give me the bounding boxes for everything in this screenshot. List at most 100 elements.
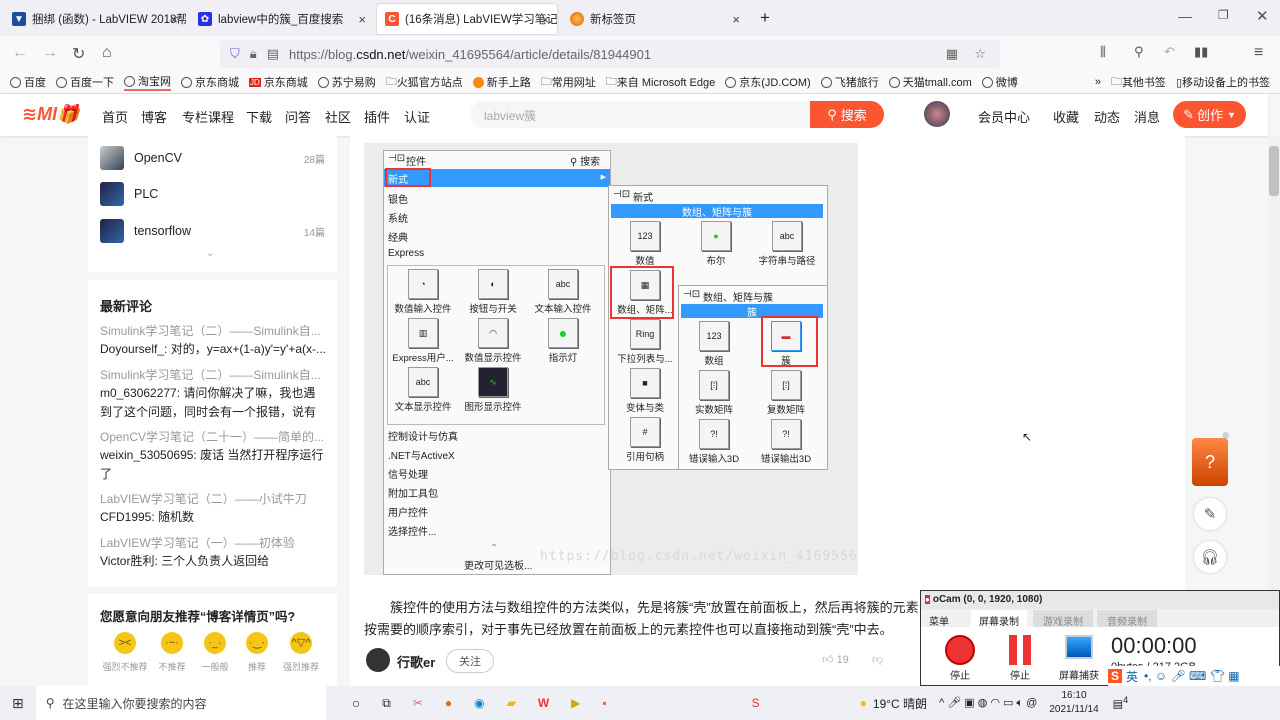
- other-bookmarks[interactable]: 🗀︎ 其他书签: [1111, 73, 1166, 92]
- ocam-tab-menu[interactable]: 菜单: [929, 613, 949, 628]
- survey-option-yes[interactable]: ·‿· 推荐: [232, 632, 282, 673]
- ime-language[interactable]: 英: [1126, 668, 1138, 685]
- weather-text[interactable]: 19°C 晴朗: [873, 695, 927, 712]
- bookmark-folder[interactable]: 🗀︎ 火狐官方站点: [386, 73, 463, 92]
- csdn-logo[interactable]: ≋MI🎁: [22, 104, 80, 125]
- media-player-icon[interactable]: ▶: [571, 696, 580, 710]
- follow-button[interactable]: 关注: [446, 649, 494, 673]
- ime-tools-icon[interactable]: •, ☺ 🎤︎ ⌨ 👕︎ ▦: [1144, 669, 1240, 683]
- search-input[interactable]: labview簇: [470, 101, 810, 128]
- restore-button[interactable]: ❐: [1218, 8, 1229, 22]
- extension-icon[interactable]: ⚲: [1134, 44, 1144, 60]
- task-view-icon[interactable]: ⧉: [382, 696, 391, 711]
- survey-option-strong-yes[interactable]: ^▽^ 强烈推荐: [276, 632, 326, 673]
- more-bookmarks-button[interactable]: »: [1095, 76, 1101, 88]
- bookmark-item[interactable]: 百度一下: [56, 74, 114, 90]
- nav-download[interactable]: 下载: [246, 107, 272, 126]
- bookmark-item[interactable]: 飞猪旅行: [820, 74, 879, 90]
- new-tab-button[interactable]: +: [760, 8, 770, 28]
- file-explorer-icon[interactable]: ▰: [507, 696, 516, 710]
- close-ad-icon[interactable]: ⊗: [1222, 430, 1230, 441]
- survey-option-strong-no[interactable]: >< 强烈不推荐: [100, 632, 150, 673]
- nav-vip[interactable]: 会员中心: [978, 107, 1030, 126]
- bookmark-folder[interactable]: 🗀︎ 来自 Microsoft Edge: [606, 73, 715, 92]
- edge-icon[interactable]: ◉: [474, 696, 484, 710]
- bookmark-item[interactable]: 苏宁易购: [317, 74, 376, 90]
- windows-start-icon[interactable]: ⊞: [12, 695, 24, 712]
- bookmark-item[interactable]: JD 京东商城: [249, 74, 308, 90]
- comment-article-link[interactable]: Simulink学习笔记（二）——Simulink自...: [100, 366, 325, 383]
- bookmark-item[interactable]: 新手上路: [472, 74, 531, 90]
- comment-article-link[interactable]: LabVIEW学习笔记（一）——初体验: [100, 534, 325, 551]
- undo-icon[interactable]: ↶: [1164, 44, 1175, 60]
- comment-article-link[interactable]: Simulink学习笔记（二）——Simulink自...: [100, 322, 325, 339]
- wps-icon[interactable]: W: [538, 696, 549, 710]
- like-button[interactable]: 👍︎ 19: [822, 653, 849, 666]
- avatar[interactable]: [924, 101, 950, 127]
- tray-sogou-icon[interactable]: S: [752, 696, 760, 710]
- nav-activity[interactable]: 动态: [1094, 107, 1120, 126]
- menu-icon[interactable]: ≡: [1254, 44, 1263, 62]
- nav-blog[interactable]: 博客: [141, 107, 167, 126]
- nav-qa[interactable]: 问答: [285, 107, 311, 126]
- column-item[interactable]: tensorflow 14篇: [100, 219, 325, 243]
- extension2-icon[interactable]: ▮▮: [1194, 44, 1208, 60]
- nav-cert[interactable]: 认证: [404, 107, 430, 126]
- bookmark-star-icon[interactable]: ☆: [974, 46, 986, 62]
- nav-favorites[interactable]: 收藏: [1053, 107, 1079, 126]
- feedback-icon[interactable]: ✎: [1194, 498, 1226, 530]
- nav-messages[interactable]: 消息: [1134, 107, 1160, 126]
- customer-service-icon[interactable]: 🎧︎: [1194, 541, 1226, 573]
- comment-article-link[interactable]: OpenCV学习笔记（二十一）——简单的...: [100, 428, 325, 445]
- close-tab-icon[interactable]: ×: [170, 12, 178, 27]
- search-button[interactable]: ⚲ 搜索: [810, 101, 884, 128]
- minimize-button[interactable]: —: [1178, 8, 1192, 24]
- cortana-icon[interactable]: ○: [352, 695, 360, 711]
- address-bar[interactable]: ⛉ 🔒︎ ▤ https://blog. csdn.net/weixin_4169…: [220, 40, 1000, 68]
- nav-plugin[interactable]: 插件: [364, 107, 390, 126]
- gift-box-ad-icon[interactable]: ?: [1192, 438, 1228, 486]
- monitor-capture-icon[interactable]: [1065, 635, 1093, 659]
- bookmark-item[interactable]: 京东商城: [181, 74, 239, 90]
- bookmark-folder[interactable]: 🗀︎ 常用网址: [541, 73, 596, 92]
- create-button[interactable]: ✎ 创作 ▼: [1173, 101, 1246, 128]
- scrollbar-thumb[interactable]: [1269, 146, 1279, 196]
- firefox-taskbar-icon[interactable]: ●: [445, 696, 452, 710]
- reload-button[interactable]: ↻: [72, 44, 85, 64]
- tab-baidu[interactable]: ✿ labview中的簇_百度搜索 ×: [190, 4, 374, 34]
- close-tab-icon[interactable]: ×: [358, 12, 366, 27]
- comment-article-link[interactable]: LabVIEW学习笔记（二）——小试牛刀: [100, 490, 325, 507]
- close-window-button[interactable]: ✕: [1256, 7, 1269, 25]
- sogou-icon[interactable]: S: [1108, 669, 1123, 683]
- snip-tool-icon[interactable]: ✂: [413, 696, 423, 710]
- mobile-bookmarks[interactable]: ▯ 移动设备上的书签: [1176, 74, 1270, 90]
- home-button[interactable]: ⌂: [102, 44, 112, 62]
- nav-community[interactable]: 社区: [325, 107, 351, 126]
- stop-record-icon[interactable]: [945, 635, 975, 665]
- expand-chevron-icon[interactable]: ⌄: [206, 248, 214, 259]
- author-avatar[interactable]: [366, 648, 390, 672]
- bookmark-item[interactable]: 微博: [981, 74, 1018, 90]
- library-icon[interactable]: ⫼: [1100, 44, 1106, 60]
- nav-courses[interactable]: 专栏课程: [182, 107, 234, 126]
- close-tab-icon[interactable]: ×: [732, 12, 740, 27]
- author-name[interactable]: 行歌er: [397, 652, 435, 671]
- thumbs-down-icon[interactable]: 👎︎: [872, 653, 883, 666]
- ocam-taskbar-icon[interactable]: ▪: [602, 696, 606, 710]
- close-tab-icon[interactable]: ×: [541, 12, 549, 27]
- back-button[interactable]: ←: [12, 44, 28, 62]
- tray-icons[interactable]: ^ 🎤︎ ▣ ◍ ◠ ▭ 🔈︎ @: [939, 696, 1037, 710]
- bookmark-item[interactable]: 淘宝网: [124, 73, 171, 91]
- pause-icon[interactable]: [1009, 635, 1031, 665]
- taskbar-search-input[interactable]: ⚲ 在这里输入你要搜索的内容: [35, 686, 326, 720]
- nav-home[interactable]: 首页: [102, 107, 128, 126]
- tab-csdn[interactable]: C (16条消息) LabVIEW学习笔记 ×: [377, 4, 557, 34]
- column-item[interactable]: PLC: [100, 182, 325, 206]
- notification-icon[interactable]: ▤4: [1113, 695, 1129, 711]
- column-item[interactable]: OpenCV 28篇: [100, 146, 325, 170]
- bookmark-item[interactable]: 天猫tmall.com: [888, 74, 972, 90]
- clock[interactable]: 16:10 2021/11/14: [1049, 689, 1098, 717]
- tab-labview-help[interactable]: ▼ 捆绑 (函数) - LabVIEW 2018帮 ×: [4, 4, 186, 34]
- bookmark-item[interactable]: 京东(JD.COM): [725, 74, 811, 90]
- qr-code-icon[interactable]: ▦: [946, 46, 958, 62]
